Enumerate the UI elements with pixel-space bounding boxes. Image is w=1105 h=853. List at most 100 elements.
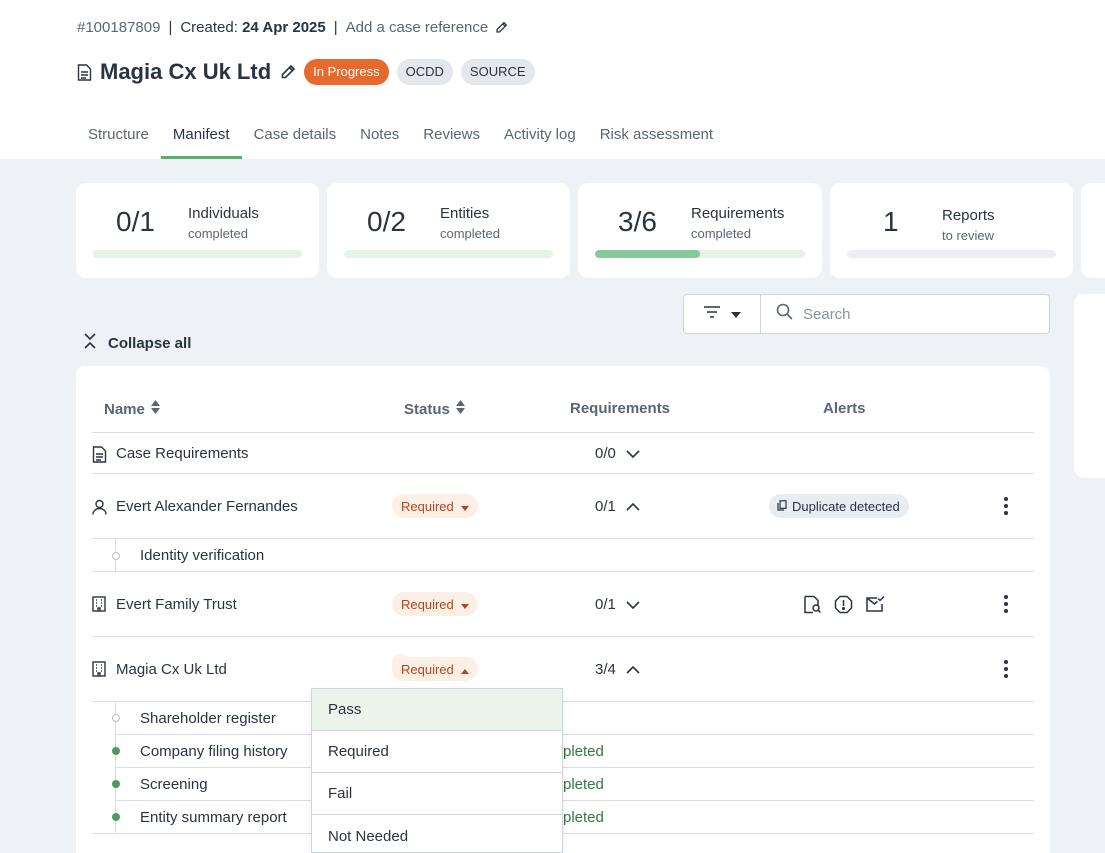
requirements-count[interactable]: 0/0 xyxy=(595,445,640,462)
stat-label: Entities xyxy=(440,205,490,222)
case-meta: #100187809 | Created: 24 Apr 2025 | Add … xyxy=(77,19,508,36)
child-requirement-identity-verification[interactable]: Identity verification xyxy=(140,547,264,564)
completed-status: pleted xyxy=(563,809,604,826)
stat-sublabel: completed xyxy=(440,226,500,241)
row-actions-kebab-icon[interactable] xyxy=(996,496,1016,516)
row-actions-kebab-icon[interactable] xyxy=(996,659,1016,679)
row-name-evert-family-trust[interactable]: Evert Family Trust xyxy=(116,596,237,613)
search-box xyxy=(760,294,1050,334)
chevron-up-icon xyxy=(626,498,640,515)
person-icon xyxy=(92,499,108,515)
collapse-all-button[interactable]: Collapse all xyxy=(83,333,191,353)
caret-up-icon xyxy=(460,662,469,677)
status-option-not-needed[interactable]: Not Needed xyxy=(312,815,562,852)
building-icon xyxy=(92,661,108,677)
building-icon xyxy=(92,596,108,612)
status-dropdown-required-open[interactable]: Required xyxy=(392,657,478,681)
chevron-down-icon xyxy=(626,445,640,462)
case-header: #100187809 | Created: 24 Apr 2025 | Add … xyxy=(0,0,1105,159)
stat-sublabel: to review xyxy=(942,228,995,243)
status-options-dropdown: Pass Required Fail Not Needed xyxy=(311,688,563,853)
edit-reference-pencil-icon[interactable] xyxy=(495,21,508,34)
child-requirement-screening[interactable]: Screening xyxy=(140,776,208,793)
tab-notes[interactable]: Notes xyxy=(348,118,411,159)
status-option-fail[interactable]: Fail xyxy=(312,773,562,815)
status-dropdown-required[interactable]: Required xyxy=(392,592,478,616)
completed-dot xyxy=(112,813,120,821)
column-header-name[interactable]: Name xyxy=(104,400,160,418)
progress-bar xyxy=(344,250,553,258)
filter-dropdown-button[interactable] xyxy=(683,294,761,334)
edit-title-pencil-icon[interactable] xyxy=(280,64,296,80)
incomplete-dot xyxy=(112,714,120,722)
row-name-magia-cx-uk-ltd[interactable]: Magia Cx Uk Ltd xyxy=(116,661,227,678)
tab-reviews[interactable]: Reviews xyxy=(411,118,492,159)
tab-case-details[interactable]: Case details xyxy=(242,118,349,159)
stat-card-reports: 1 Reports to review xyxy=(830,183,1073,278)
caret-down-icon xyxy=(731,305,741,323)
caret-down-icon xyxy=(460,597,469,612)
requirements-count[interactable]: 0/1 xyxy=(595,596,640,613)
tab-manifest[interactable]: Manifest xyxy=(160,118,242,159)
manifest-table: Name Status Requirements Alerts Case Req… xyxy=(76,366,1050,853)
duplicate-detected-badge[interactable]: Duplicate detected xyxy=(769,494,909,518)
tag-badge-source: SOURCE xyxy=(460,59,535,85)
row-name: Evert Alexander Fernandes xyxy=(116,498,298,515)
mail-check-icon[interactable] xyxy=(865,595,885,619)
warning-octagon-icon[interactable] xyxy=(834,595,853,619)
column-header-status[interactable]: Status xyxy=(404,400,465,418)
column-header-alerts: Alerts xyxy=(823,400,866,417)
search-input[interactable] xyxy=(803,305,1043,323)
child-requirement-shareholder-register[interactable]: Shareholder register xyxy=(140,710,276,727)
document-search-icon[interactable] xyxy=(803,595,822,619)
collapse-all-label: Collapse all xyxy=(108,334,192,352)
stat-card-entities: 0/2 Entities completed xyxy=(327,183,570,278)
search-icon xyxy=(776,303,793,325)
stat-label: Requirements xyxy=(691,205,785,222)
stat-value: 0/1 xyxy=(116,206,155,237)
caret-down-icon xyxy=(460,499,469,514)
requirements-count[interactable]: 0/1 xyxy=(595,498,640,515)
stat-value: 0/2 xyxy=(367,206,406,237)
child-requirement-company-filing-history[interactable]: Company filing history xyxy=(140,743,288,760)
page-title: Magia Cx Uk Ltd xyxy=(100,59,272,84)
stat-value: 3/6 xyxy=(618,206,657,237)
tab-risk-assessment[interactable]: Risk assessment xyxy=(588,118,725,159)
status-option-required[interactable]: Required xyxy=(312,731,562,773)
status-badge: In Progress xyxy=(304,59,389,85)
tab-activity-log[interactable]: Activity log xyxy=(492,118,588,159)
document-icon xyxy=(92,446,108,463)
tag-badge-ocdd: OCDD xyxy=(396,59,453,85)
created-date: 24 Apr 2025 xyxy=(242,19,326,36)
alert-icons xyxy=(803,595,885,619)
row-actions-kebab-icon[interactable] xyxy=(996,594,1016,614)
status-option-pass[interactable]: Pass xyxy=(312,689,562,731)
collapse-icon xyxy=(83,333,97,353)
chevron-down-icon xyxy=(626,596,640,613)
stat-label: Individuals xyxy=(188,205,259,222)
created-info: Created: 24 Apr 2025 xyxy=(180,19,326,36)
status-dropdown-required[interactable]: Required xyxy=(392,494,478,518)
completed-status: pleted xyxy=(563,776,604,793)
sort-icon xyxy=(150,400,160,418)
side-panel-card xyxy=(1074,294,1105,478)
tab-structure[interactable]: Structure xyxy=(76,118,161,159)
stat-card-partial xyxy=(1081,183,1105,278)
add-case-reference-link[interactable]: Add a case reference xyxy=(346,19,489,36)
column-header-requirements: Requirements xyxy=(570,400,671,417)
copy-icon xyxy=(777,499,787,514)
progress-bar xyxy=(93,250,302,258)
child-requirement-entity-summary-report[interactable]: Entity summary report xyxy=(140,809,287,826)
title-row: Magia Cx Uk Ltd In Progress OCDD SOURCE xyxy=(77,58,535,86)
completed-status: pleted xyxy=(563,743,604,760)
progress-bar xyxy=(847,250,1056,258)
stat-sublabel: completed xyxy=(188,226,248,241)
sort-icon xyxy=(455,400,465,418)
row-name: Case Requirements xyxy=(116,445,249,462)
requirements-count[interactable]: 3/4 xyxy=(595,661,640,678)
completed-dot xyxy=(112,747,120,755)
tab-bar: Structure Manifest Case details Notes Re… xyxy=(76,118,725,159)
stat-label: Reports xyxy=(942,207,995,224)
case-id: #100187809 xyxy=(77,19,161,36)
stat-sublabel: completed xyxy=(691,226,751,241)
